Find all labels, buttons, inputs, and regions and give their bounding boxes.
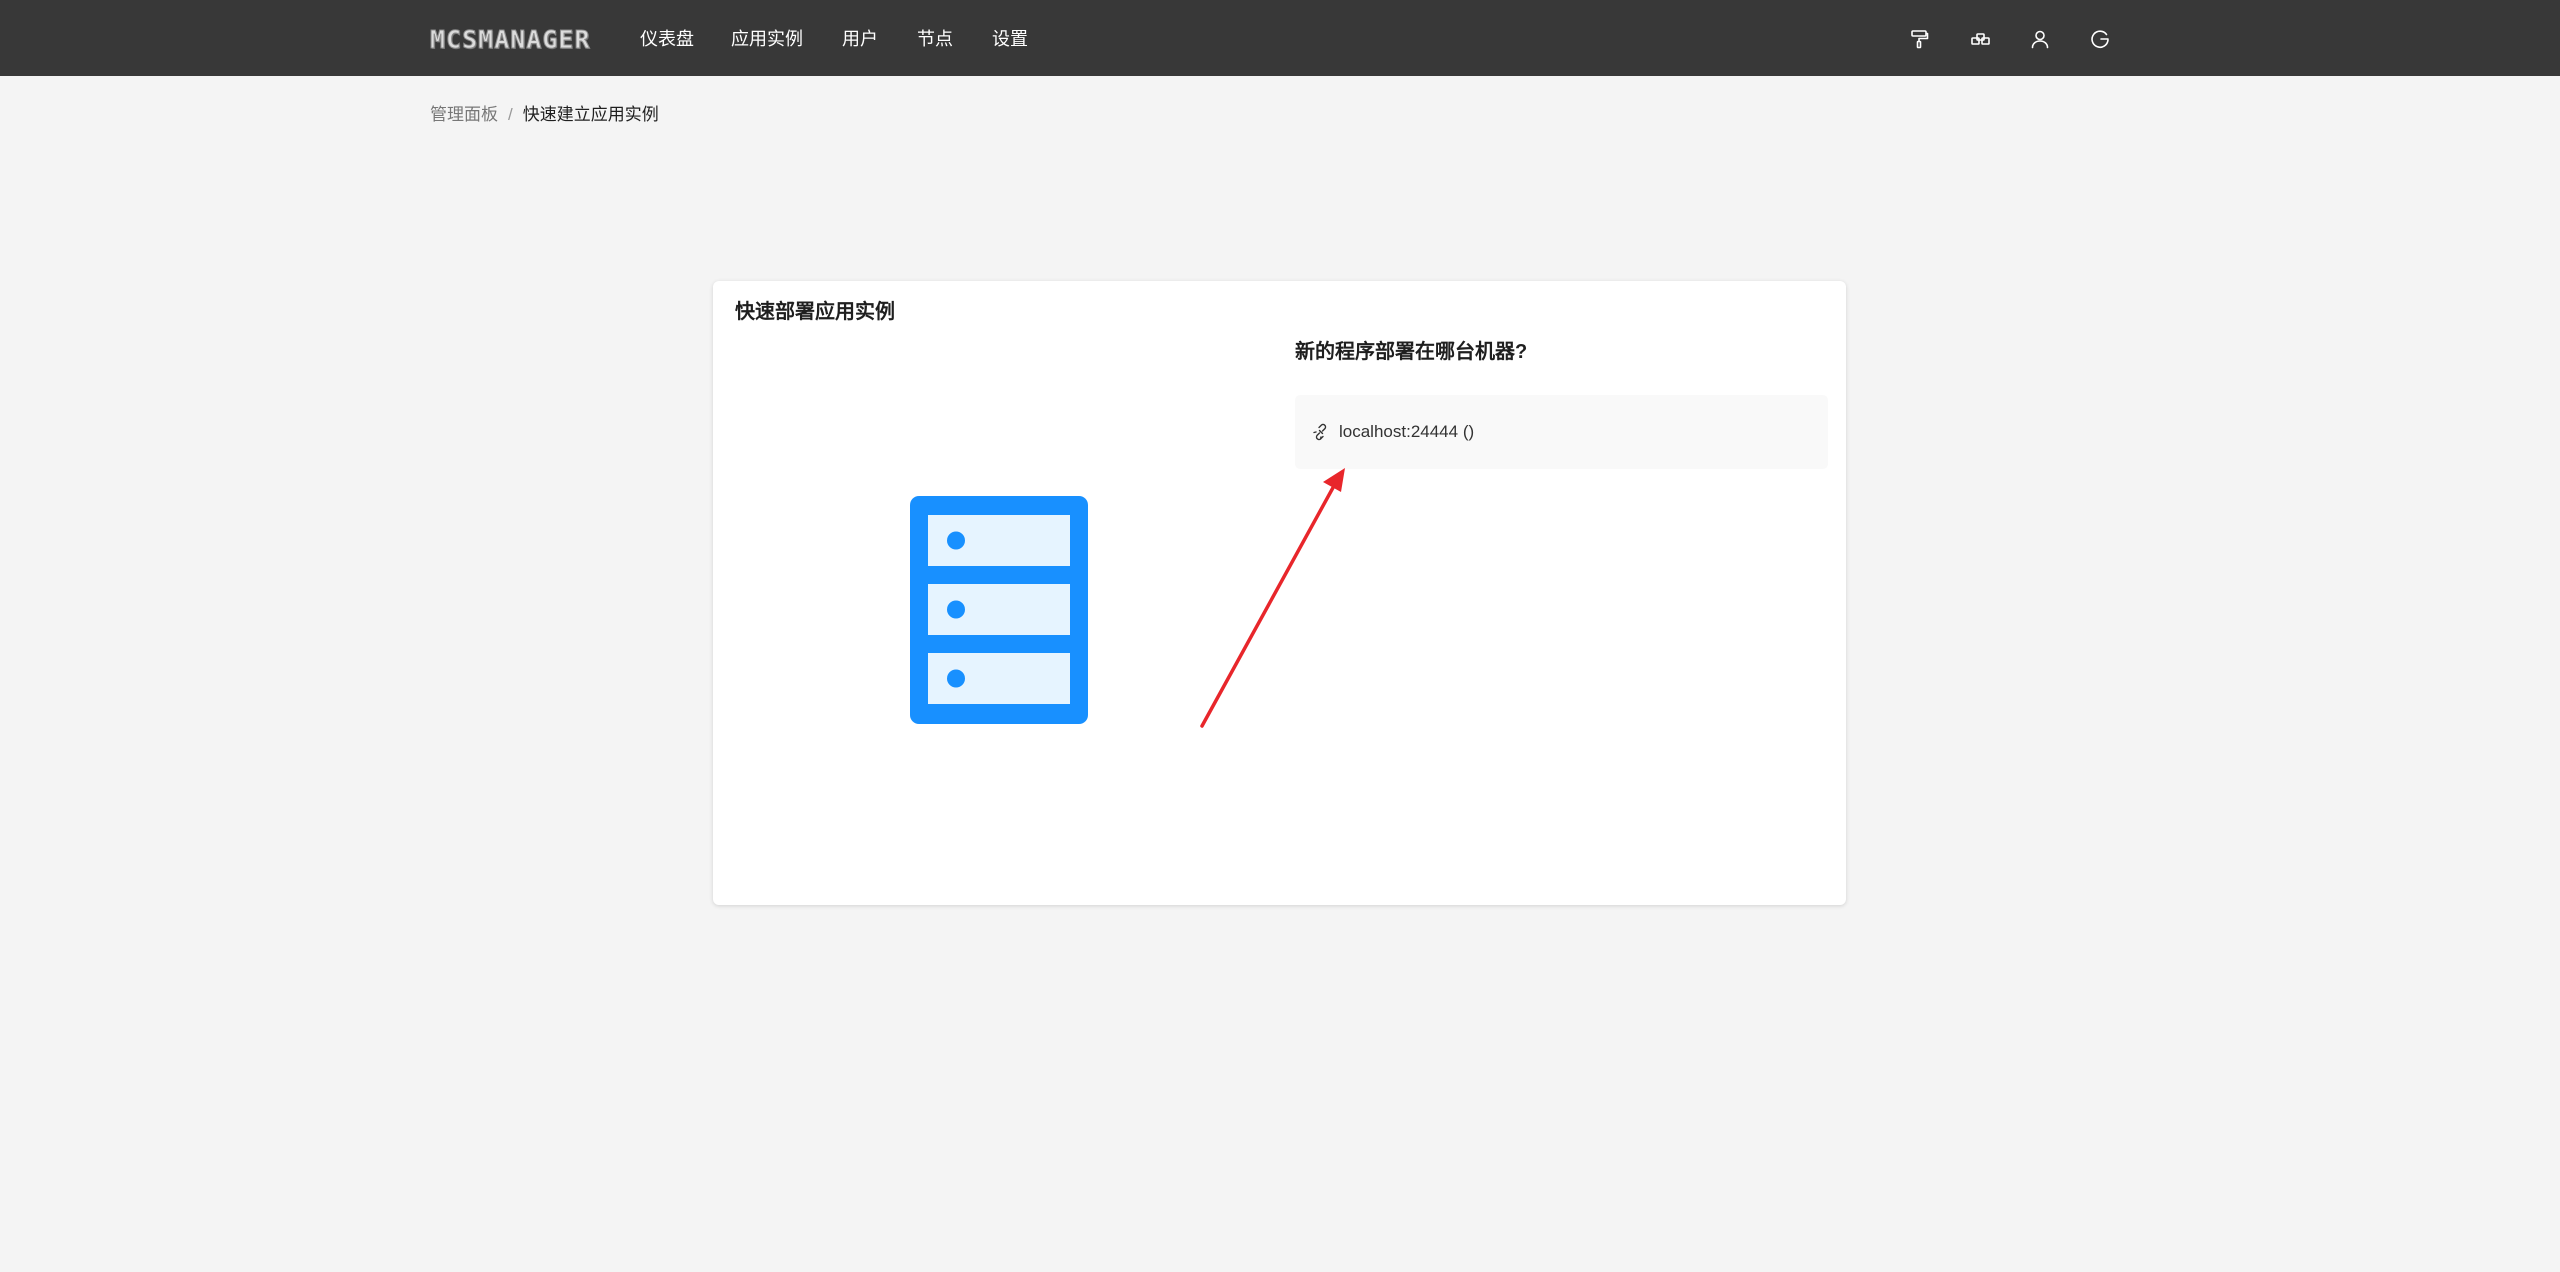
breadcrumb-separator: /: [508, 105, 513, 124]
server-rack-icon: [910, 496, 1088, 724]
card-title: 快速部署应用实例: [735, 301, 895, 323]
nav-users[interactable]: 用户: [842, 24, 878, 54]
breadcrumb-home[interactable]: 管理面板: [430, 105, 498, 124]
nav-nodes[interactable]: 节点: [917, 24, 953, 54]
node-option-localhost[interactable]: localhost:24444 (): [1295, 395, 1828, 469]
apps-icon[interactable]: [1968, 27, 1992, 51]
node-label: localhost:24444 (): [1339, 422, 1475, 441]
link-icon: [1312, 423, 1330, 441]
logout-icon[interactable]: [2088, 27, 2112, 51]
app-logo[interactable]: MCSMANAGER: [430, 26, 591, 53]
deploy-question: 新的程序部署在哪台机器?: [1295, 341, 1528, 363]
user-icon[interactable]: [2028, 27, 2052, 51]
breadcrumb-current: 快速建立应用实例: [522, 105, 659, 124]
brush-icon[interactable]: [1907, 27, 1931, 51]
nav-instances[interactable]: 应用实例: [731, 24, 803, 54]
nav-dashboard[interactable]: 仪表盘: [640, 24, 694, 54]
annotation-arrow: [1195, 460, 1355, 735]
top-navbar: MCSMANAGER 仪表盘 应用实例 用户 节点 设置: [0, 0, 2560, 76]
breadcrumb: 管理面板 / 快速建立应用实例: [430, 103, 659, 127]
nav-settings[interactable]: 设置: [992, 24, 1028, 54]
